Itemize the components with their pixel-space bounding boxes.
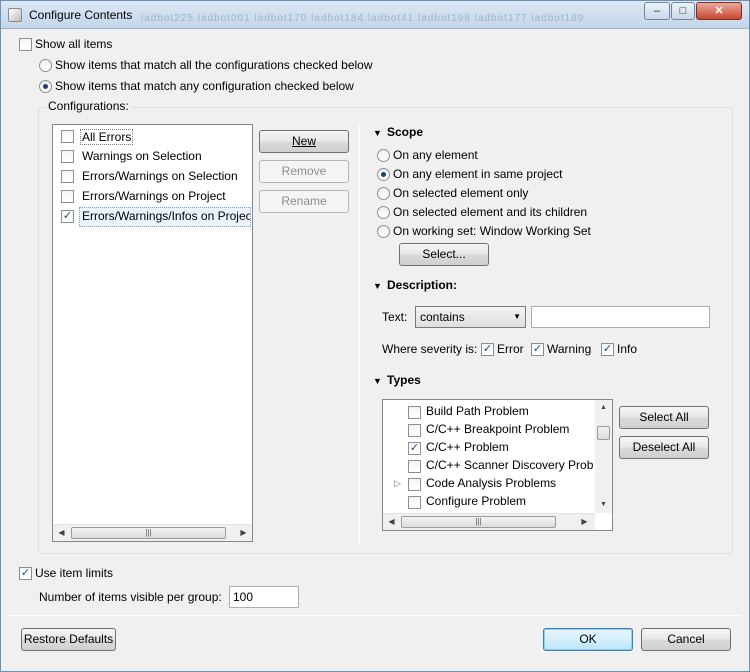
config-checkbox-errors-warnings-project[interactable] bbox=[61, 190, 74, 203]
match-all-label: Show items that match all the configurat… bbox=[55, 58, 373, 72]
minimize-icon[interactable]: – bbox=[644, 2, 670, 20]
show-all-checkbox[interactable] bbox=[19, 38, 32, 51]
items-per-group-input[interactable]: 100 bbox=[229, 586, 299, 608]
scope-radio-working-set[interactable] bbox=[377, 225, 390, 238]
severity-warning-checkbox[interactable]: ✓ bbox=[531, 343, 544, 356]
scope-option-label: On working set: Window Working Set bbox=[393, 224, 591, 238]
type-checkbox[interactable]: ✓ bbox=[408, 442, 421, 455]
match-all-radio[interactable] bbox=[39, 59, 52, 72]
new-button-label: New bbox=[291, 134, 316, 148]
scroll-down-icon[interactable]: ▼ bbox=[595, 497, 612, 513]
text-mode-value: contains bbox=[420, 310, 465, 324]
select-working-set-button[interactable]: Select... bbox=[399, 243, 489, 266]
scroll-right-icon[interactable]: ▶ bbox=[576, 514, 593, 530]
types-hscrollbar[interactable]: ◀ ||| ▶ bbox=[383, 513, 595, 530]
severity-error-checkbox[interactable]: ✓ bbox=[481, 343, 494, 356]
severity-error-label: Error bbox=[497, 342, 524, 356]
chevron-down-icon: ▼ bbox=[513, 312, 521, 321]
cancel-button[interactable]: Cancel bbox=[641, 628, 731, 651]
scope-option-label: On selected element only bbox=[393, 186, 529, 200]
deselect-all-button[interactable]: Deselect All bbox=[619, 436, 709, 459]
scope-radio-selected-children[interactable] bbox=[377, 206, 390, 219]
config-item-label[interactable]: All Errors bbox=[80, 129, 134, 145]
restore-defaults-button[interactable]: Restore Defaults bbox=[21, 628, 116, 651]
config-checkbox-errors-warnings-selection[interactable] bbox=[61, 170, 74, 183]
collapse-triangle-icon[interactable]: ▼ bbox=[373, 128, 382, 138]
type-item-label[interactable]: Configure Problem bbox=[426, 494, 526, 508]
match-any-label: Show items that match any configuration … bbox=[55, 79, 354, 93]
close-icon[interactable]: ✕ bbox=[696, 2, 742, 20]
rename-config-button[interactable]: Rename bbox=[259, 190, 349, 213]
background-taskbar-text: ladbot225 ladbot001 ladbot170 ladbot184 … bbox=[141, 13, 585, 24]
type-checkbox[interactable] bbox=[408, 406, 421, 419]
scope-title[interactable]: Scope bbox=[387, 125, 423, 139]
scroll-right-icon[interactable]: ▶ bbox=[235, 525, 252, 541]
scope-option-label: On any element bbox=[393, 148, 478, 162]
expand-triangle-icon[interactable]: ▷ bbox=[394, 478, 401, 489]
scope-option-label: On selected element and its children bbox=[393, 205, 588, 219]
types-list[interactable]: Build Path Problem C/C++ Breakpoint Prob… bbox=[382, 399, 613, 531]
scroll-thumb[interactable] bbox=[597, 426, 610, 440]
new-config-button[interactable]: New bbox=[259, 130, 349, 153]
configurations-list[interactable]: All Errors Warnings on Selection Errors/… bbox=[52, 124, 253, 542]
types-vscrollbar[interactable]: ▲ ▼ bbox=[595, 400, 612, 513]
severity-info-checkbox[interactable]: ✓ bbox=[601, 343, 614, 356]
description-title[interactable]: Description: bbox=[387, 278, 457, 292]
collapse-triangle-icon[interactable]: ▼ bbox=[373, 376, 382, 386]
severity-warning-label: Warning bbox=[547, 342, 592, 356]
text-label: Text: bbox=[382, 310, 408, 324]
scroll-left-icon[interactable]: ◀ bbox=[383, 514, 400, 530]
type-item-label[interactable]: Build Path Problem bbox=[426, 404, 529, 418]
use-item-limits-checkbox[interactable]: ✓ bbox=[19, 567, 32, 580]
items-per-group-label: Number of items visible per group: bbox=[39, 590, 222, 604]
show-all-label: Show all items bbox=[35, 37, 113, 51]
footer-separator bbox=[9, 615, 741, 616]
config-item-label[interactable]: Warnings on Selection bbox=[82, 149, 202, 163]
collapse-triangle-icon[interactable]: ▼ bbox=[373, 281, 382, 291]
types-title[interactable]: Types bbox=[387, 373, 421, 387]
scroll-thumb[interactable]: ||| bbox=[71, 527, 226, 539]
type-checkbox[interactable] bbox=[408, 496, 421, 509]
text-mode-dropdown[interactable]: contains ▼ bbox=[415, 306, 526, 328]
config-checkbox-all-errors[interactable] bbox=[61, 130, 74, 143]
ok-button[interactable]: OK bbox=[543, 628, 633, 651]
description-text-input[interactable] bbox=[531, 306, 710, 328]
type-checkbox[interactable] bbox=[408, 424, 421, 437]
title-bar: Configure Contents ladbot225 ladbot001 l… bbox=[1, 1, 749, 29]
type-item-label[interactable]: Code Analysis Problems bbox=[426, 476, 556, 490]
scroll-thumb[interactable]: ||| bbox=[401, 516, 556, 528]
scope-radio-same-project[interactable] bbox=[377, 168, 390, 181]
configurations-hscrollbar[interactable]: ◀ ||| ▶ bbox=[53, 524, 252, 541]
match-any-radio[interactable] bbox=[39, 80, 52, 93]
type-checkbox[interactable] bbox=[408, 478, 421, 491]
scope-option-label: On any element in same project bbox=[393, 167, 563, 181]
type-item-label[interactable]: C/C++ Breakpoint Problem bbox=[426, 422, 569, 436]
use-item-limits-label: Use item limits bbox=[35, 566, 114, 580]
config-item-label[interactable]: Errors/Warnings on Project bbox=[82, 189, 226, 203]
config-checkbox-errors-warnings-infos[interactable]: ✓ bbox=[61, 210, 74, 223]
remove-config-button[interactable]: Remove bbox=[259, 160, 349, 183]
select-all-button[interactable]: Select All bbox=[619, 406, 709, 429]
app-icon bbox=[8, 8, 22, 22]
scroll-up-icon[interactable]: ▲ bbox=[595, 400, 612, 416]
vertical-separator bbox=[359, 124, 360, 546]
config-item-label[interactable]: Errors/Warnings/Infos on Projec bbox=[82, 209, 250, 223]
configurations-label: Configurations: bbox=[46, 99, 131, 113]
type-checkbox[interactable] bbox=[408, 460, 421, 473]
severity-info-label: Info bbox=[617, 342, 638, 356]
config-checkbox-warnings-selection[interactable] bbox=[61, 150, 74, 163]
type-item-label[interactable]: C/C++ Problem bbox=[426, 440, 509, 454]
window-title: Configure Contents bbox=[29, 8, 133, 22]
config-item-label[interactable]: Errors/Warnings on Selection bbox=[82, 169, 238, 183]
maximize-icon[interactable]: □ bbox=[671, 2, 695, 20]
scope-radio-any[interactable] bbox=[377, 149, 390, 162]
scope-radio-selected-only[interactable] bbox=[377, 187, 390, 200]
type-item-label[interactable]: C/C++ Scanner Discovery Probl bbox=[426, 458, 594, 472]
configure-contents-dialog: Configure Contents ladbot225 ladbot001 l… bbox=[0, 0, 750, 672]
scroll-left-icon[interactable]: ◀ bbox=[53, 525, 70, 541]
severity-label: Where severity is: bbox=[382, 342, 478, 356]
